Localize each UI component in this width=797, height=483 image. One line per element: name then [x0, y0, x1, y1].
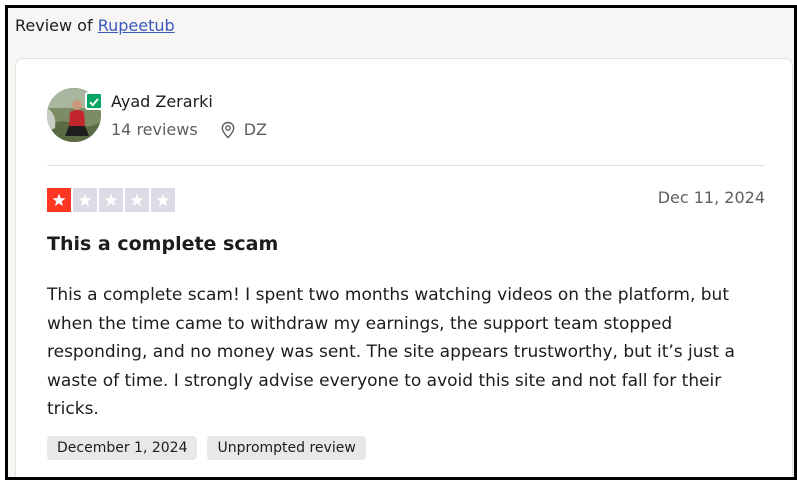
- review-tags: December 1, 2024 Unprompted review: [47, 436, 366, 460]
- unprompted-review-tag[interactable]: Unprompted review: [207, 436, 366, 460]
- experience-date-tag: December 1, 2024: [47, 436, 198, 460]
- country-code: DZ: [243, 120, 267, 139]
- star-empty-icon: [125, 188, 149, 212]
- location-pin-icon: [221, 121, 235, 138]
- review-date: Dec 11, 2024: [657, 188, 765, 207]
- reviewer-location: DZ: [220, 120, 267, 139]
- review-of-heading: Review of Rupeetub: [15, 16, 175, 35]
- reviewer-meta: 14 reviews DZ: [111, 120, 267, 139]
- reviews-count: 14 reviews: [111, 120, 198, 139]
- review-card: Ayad Zerarki 14 reviews DZ Dec 11, 2024 …: [15, 58, 793, 477]
- star-empty-icon: [151, 188, 175, 212]
- review-title[interactable]: This a complete scam: [47, 233, 278, 255]
- review-body: This a complete scam! I spent two months…: [47, 285, 735, 419]
- star-rating: [47, 188, 175, 212]
- reviewer-name[interactable]: Ayad Zerarki: [111, 92, 213, 111]
- review-of-label: Review of: [15, 16, 93, 35]
- verified-badge-icon: [85, 92, 103, 110]
- star-filled-icon: [47, 188, 71, 212]
- star-empty-icon: [99, 188, 123, 212]
- divider: [47, 165, 765, 166]
- page-frame: Review of Rupeetub Ayad Zerarki 14 revie…: [5, 5, 797, 480]
- star-empty-icon: [73, 188, 97, 212]
- company-link[interactable]: Rupeetub: [98, 16, 175, 35]
